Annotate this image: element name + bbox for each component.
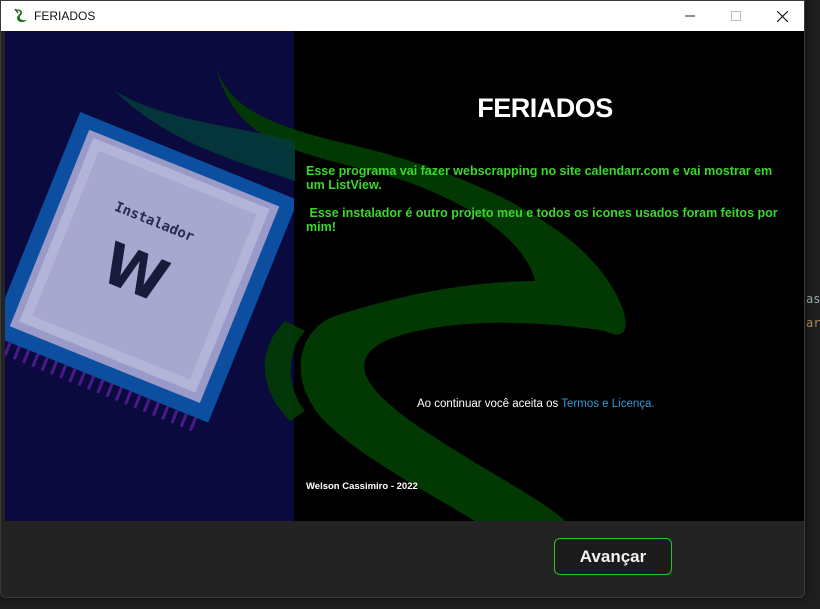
minimize-icon [685, 15, 695, 17]
background-desktop-fragment: ar [806, 316, 820, 330]
leaf-app-icon [14, 8, 27, 23]
installer-window: FERIADOS Instalador W FERIADOS Esse prog… [0, 0, 805, 598]
installer-note-text: Esse instalador é outro projeto meu e to… [306, 206, 782, 234]
footer-bar [1, 521, 804, 597]
background-desktop-fragment: as [806, 292, 820, 306]
terms-license-link[interactable]: Termos e Licença. [561, 398, 654, 410]
terms-prefix: Ao continuar você aceita os [417, 398, 562, 410]
author-credit: Welson Cassimiro - 2022 [306, 481, 418, 492]
page-title: FERIADOS [477, 93, 613, 123]
installer-chip-illustration: Instalador W [5, 112, 294, 432]
next-button[interactable]: Avançar [554, 538, 672, 575]
window-title: FERIADOS [34, 9, 96, 23]
minimize-button[interactable] [667, 1, 713, 31]
maximize-button[interactable] [713, 1, 759, 31]
description-text: Esse programa vai fazer webscrapping no … [306, 164, 773, 192]
close-icon [776, 10, 788, 22]
maximize-icon [731, 11, 741, 21]
installer-content: Instalador W FERIADOS Esse programa vai … [5, 31, 804, 521]
close-button[interactable] [759, 1, 804, 31]
title-bar[interactable]: FERIADOS [1, 1, 804, 31]
terms-notice: Ao continuar você aceita os Termos e Lic… [417, 398, 655, 410]
